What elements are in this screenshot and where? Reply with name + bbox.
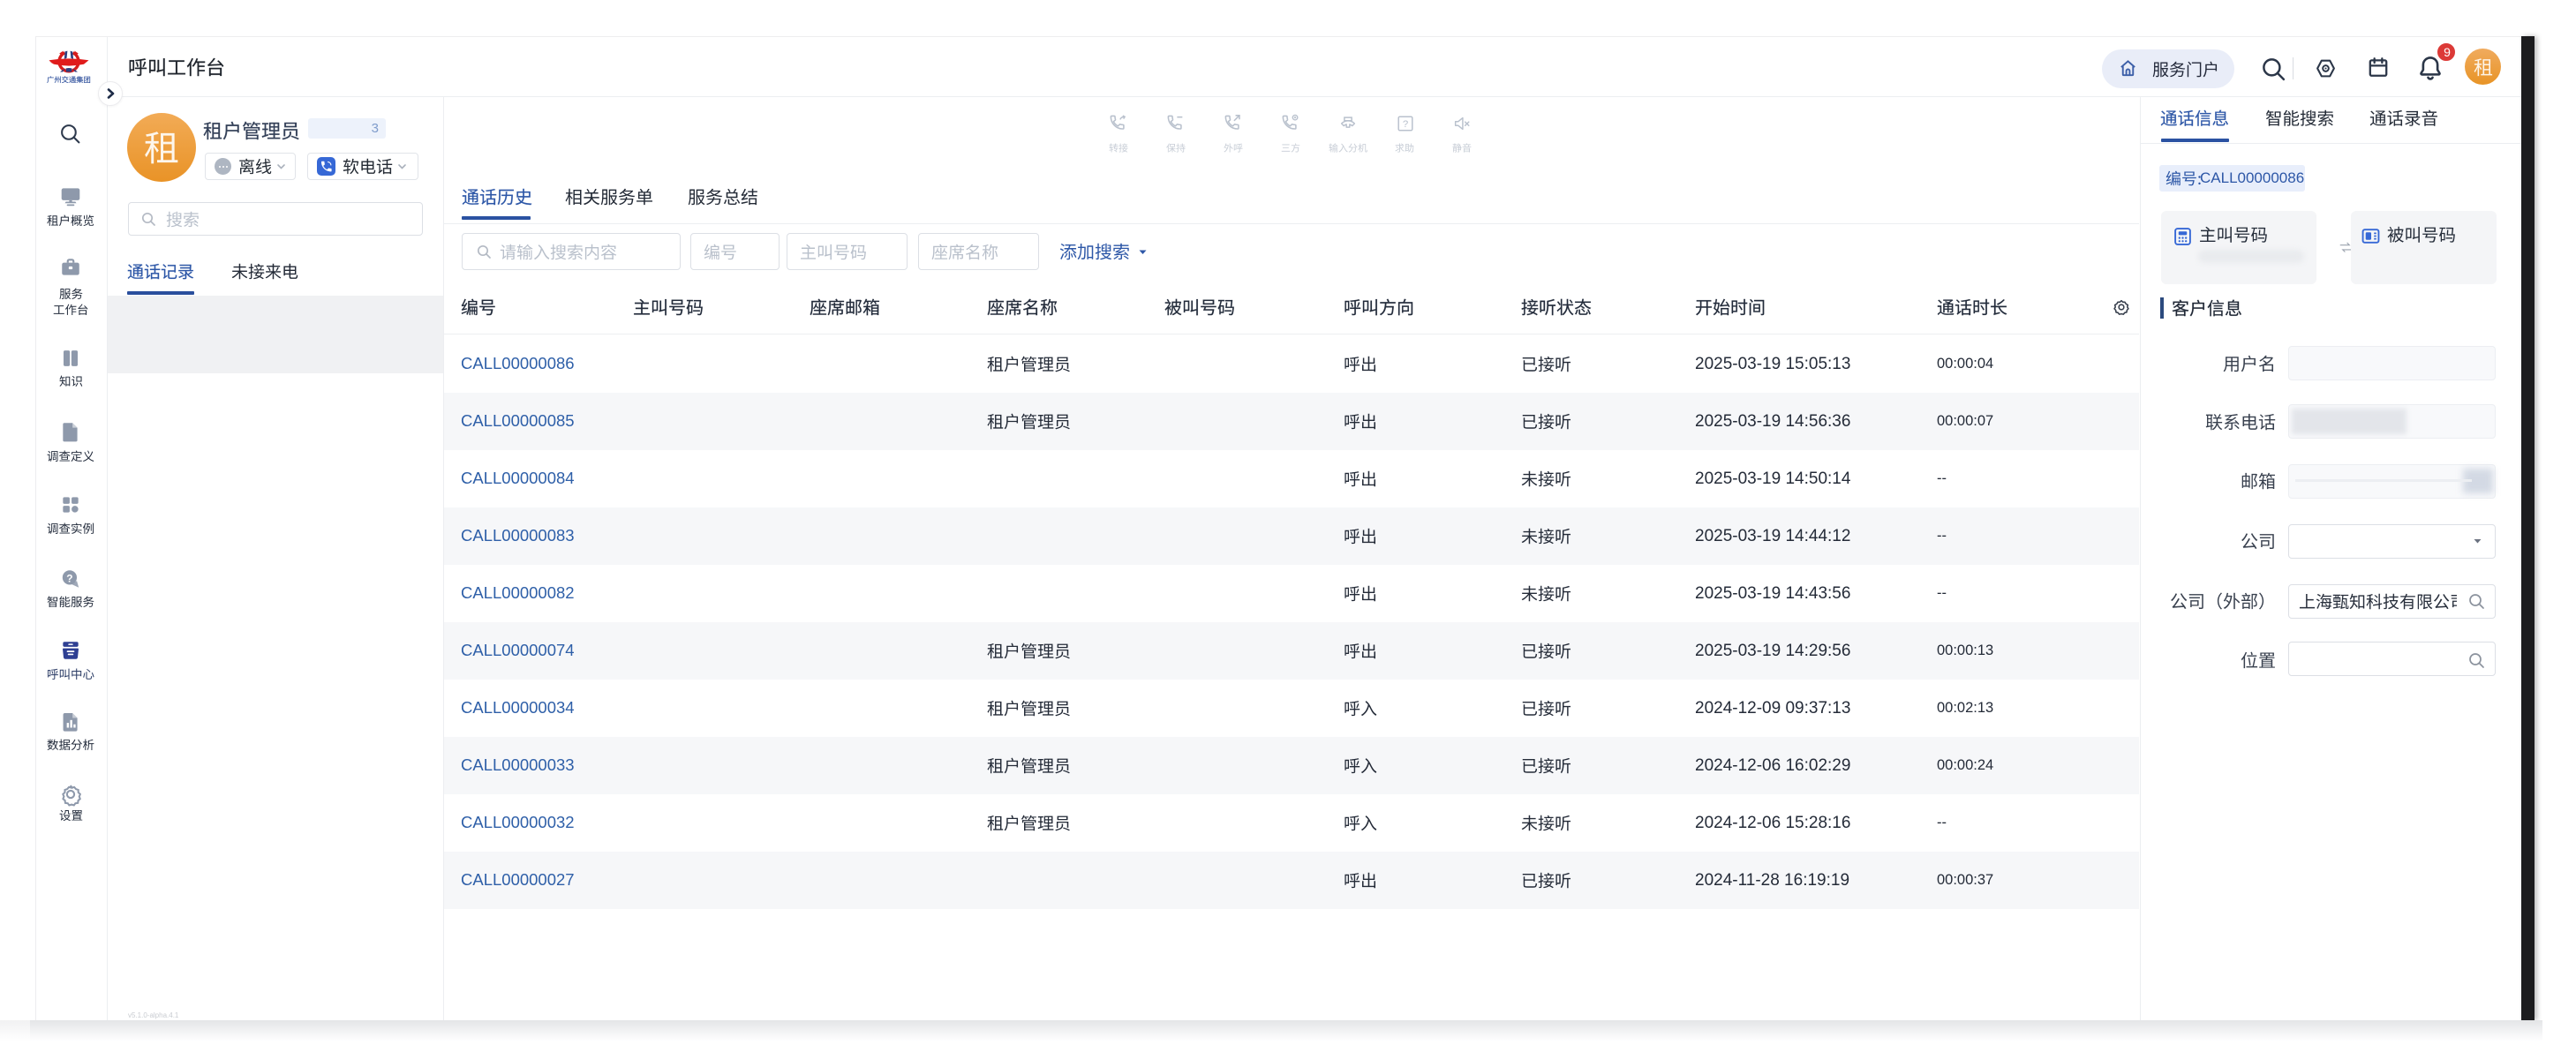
svg-text:?: ? [66, 572, 72, 584]
svg-text:?: ? [1403, 119, 1408, 130]
